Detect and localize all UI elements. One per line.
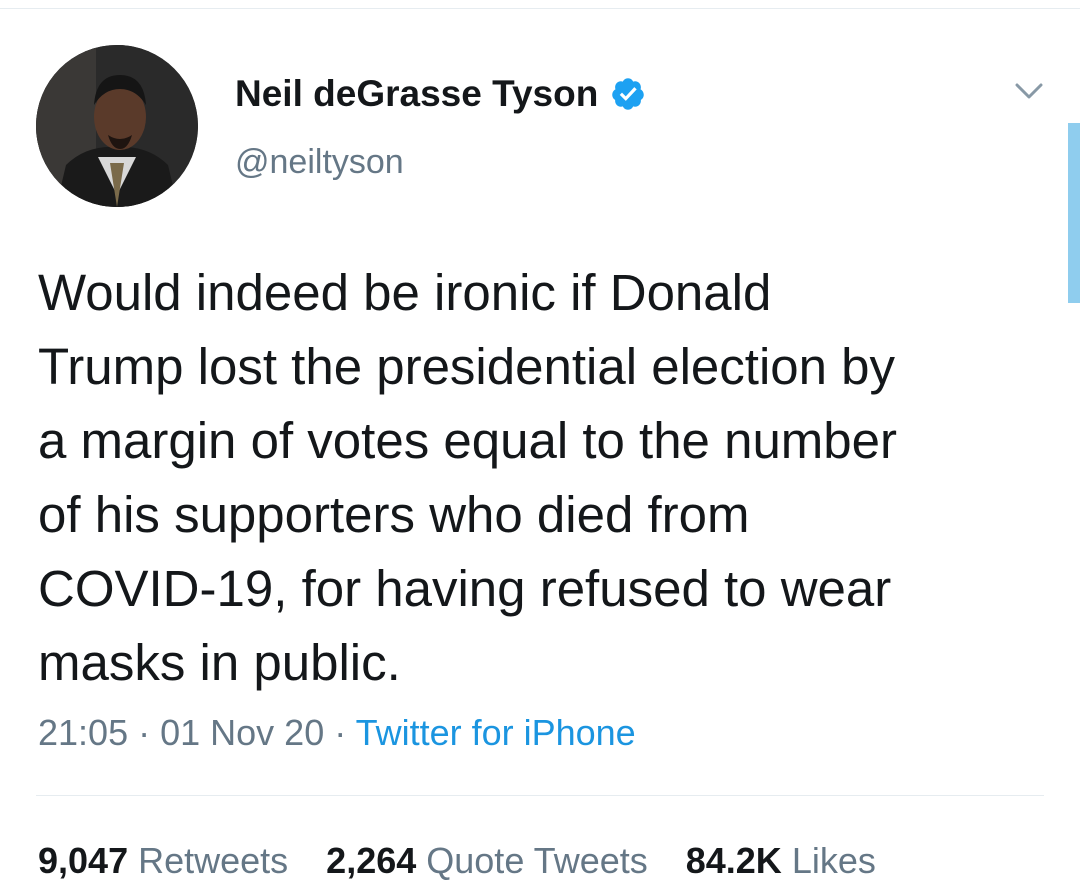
likes-label: Likes <box>791 840 876 881</box>
author-handle[interactable]: @neiltyson <box>235 143 404 182</box>
tweet-metadata: 21:05 · 01 Nov 20 · Twitter for iPhone <box>38 712 636 754</box>
tweet-text-line: a margin of votes equal to the number <box>38 412 898 469</box>
quote-tweets-count: 2,264 <box>326 840 427 881</box>
tweet-source-link[interactable]: Twitter for iPhone <box>356 712 636 753</box>
tweet-date: 01 Nov 20 <box>160 712 325 753</box>
engagement-stats: 9,047 Retweets 2,264 Quote Tweets 84.2K … <box>38 840 914 882</box>
top-divider <box>0 8 1080 9</box>
author-name-row[interactable]: Neil deGrasse Tyson <box>235 72 646 116</box>
tweet-text-line: of his supporters who died from <box>38 486 750 543</box>
likes-stat[interactable]: 84.2K Likes <box>686 840 876 882</box>
quote-tweets-label: Quote Tweets <box>426 840 648 881</box>
quote-tweets-stat[interactable]: 2,264 Quote Tweets <box>326 840 648 882</box>
author-display-name[interactable]: Neil deGrasse Tyson <box>235 73 598 115</box>
tweet-text: Would indeed be ironic if Donald Trump l… <box>38 256 1058 700</box>
profile-photo-icon <box>36 45 198 207</box>
meta-separator: · <box>138 712 161 753</box>
chevron-down-icon[interactable] <box>1012 74 1046 108</box>
retweets-label: Retweets <box>138 840 289 881</box>
scrollbar[interactable] <box>1068 123 1080 303</box>
tweet-detail-view: Neil deGrasse Tyson @neiltyson Would ind… <box>0 0 1080 888</box>
tweet-text-line: masks in public. <box>38 634 401 691</box>
tweet-text-line: COVID-19, for having refused to wear <box>38 560 892 617</box>
likes-count: 84.2K <box>685 840 792 881</box>
tweet-text-line: Trump lost the presidential election by <box>38 338 896 395</box>
divider <box>36 795 1044 796</box>
verified-badge-icon <box>610 76 646 112</box>
tweet-time: 21:05 <box>38 712 129 753</box>
retweets-stat[interactable]: 9,047 Retweets <box>38 840 288 882</box>
retweets-count: 9,047 <box>38 840 139 881</box>
tweet-text-line: Would indeed be ironic if Donald <box>38 264 772 321</box>
avatar[interactable] <box>36 45 198 207</box>
meta-separator: · <box>334 712 356 753</box>
